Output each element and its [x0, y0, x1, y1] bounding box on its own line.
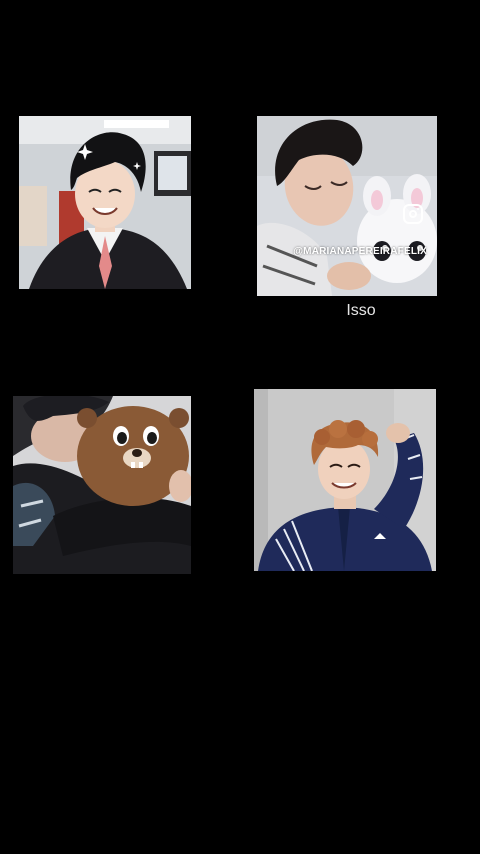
- photo-top-left: [19, 116, 191, 289]
- instagram-handle-watermark: @MARIANAPEREIRAFELIX: [293, 246, 427, 257]
- photo-bottom-right: [254, 389, 436, 571]
- photo-top-right: @MARIANAPEREIRAFELIX: [257, 116, 437, 296]
- instagram-icon: [403, 204, 423, 224]
- photo-caption: Isso: [346, 302, 376, 319]
- photo-bottom-left: [13, 396, 191, 574]
